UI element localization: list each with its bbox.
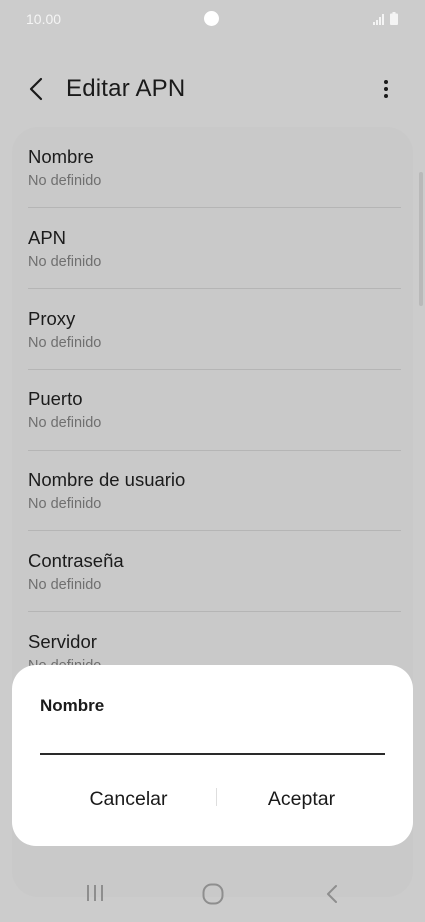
recent-apps-icon[interactable] [84,882,106,904]
status-time: 10.00 [26,11,62,27]
navigation-bar [0,866,425,922]
name-input[interactable] [40,725,385,755]
list-item-nombre-de-usuario[interactable]: Nombre de usuario No definido [28,450,401,530]
list-item-title: Servidor [28,631,97,652]
scrollbar[interactable] [419,172,423,306]
list-item-value: No definido [28,173,102,189]
list-item-title: Nombre de usuario [28,469,186,490]
list-item-value: No definido [28,577,102,593]
battery-icon [390,12,398,25]
more-vertical-icon[interactable] [376,76,396,102]
list-item-value: No definido [28,415,102,431]
list-item-title: Contraseña [28,550,124,571]
page-title: Editar APN [66,75,186,102]
list-item-contrasena[interactable]: Contraseña No definido [28,531,401,611]
list-item-title: Puerto [28,388,83,409]
list-item-title: Nombre [28,146,94,167]
dialog-title: Nombre [40,696,105,715]
list-item-puerto[interactable]: Puerto No definido [28,369,401,449]
camera-cutout [204,11,219,26]
list-item-proxy[interactable]: Proxy No definido [28,289,401,369]
list-item-nombre[interactable]: Nombre No definido [28,127,401,207]
accept-button[interactable]: Aceptar [205,779,398,819]
list-item-value: No definido [28,254,102,270]
list-item-title: APN [28,227,67,248]
edit-name-dialog: Nombre Cancelar Aceptar [12,665,413,846]
phone-screen: 10.00 Editar APN Nombre No definido APN … [0,0,425,922]
signal-icon [373,14,384,25]
list-item-value: No definido [28,335,102,351]
status-bar: 10.00 [0,0,425,40]
cancel-button[interactable]: Cancelar [32,779,225,819]
chevron-left-icon[interactable] [26,76,48,102]
back-icon[interactable] [324,882,340,906]
list-item-value: No definido [28,496,102,512]
home-icon[interactable] [201,882,225,906]
list-item-title: Proxy [28,308,76,329]
list-item-apn[interactable]: APN No definido [28,208,401,288]
app-header: Editar APN [0,60,425,120]
